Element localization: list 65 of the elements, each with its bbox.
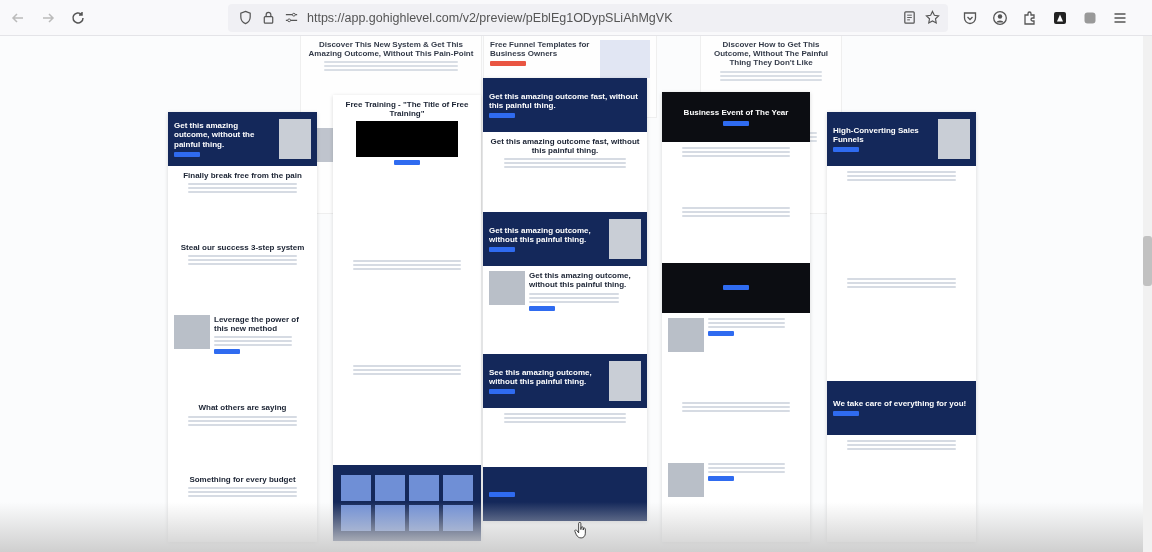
section-heading: Get this amazing outcome, without the painful thing. bbox=[174, 121, 256, 149]
button-drawing bbox=[489, 389, 515, 395]
button-drawing bbox=[723, 120, 749, 126]
photo-placeholder bbox=[489, 271, 525, 306]
button-drawing bbox=[833, 411, 859, 417]
photo-placeholder bbox=[938, 119, 970, 159]
photo-placeholder bbox=[341, 475, 371, 501]
permissions-icon[interactable] bbox=[284, 10, 299, 25]
reload-icon[interactable] bbox=[70, 9, 86, 26]
section-heading: Finally break free from the pain bbox=[183, 171, 302, 181]
section-heading: What others are saying bbox=[198, 403, 287, 413]
button-drawing bbox=[529, 305, 555, 311]
account-icon[interactable] bbox=[992, 9, 1008, 26]
section-heading: Get this amazing outcome, without this painful thing. bbox=[489, 225, 592, 245]
button-drawing bbox=[214, 348, 240, 354]
scrollbar[interactable] bbox=[1143, 36, 1152, 552]
address-bar[interactable]: https://app.gohighlevel.com/v2/preview/pEblEg1ODypSLiAhMgVK bbox=[228, 3, 948, 32]
photo-placeholder bbox=[668, 317, 704, 352]
scrollbar-thumb[interactable] bbox=[1143, 236, 1152, 286]
lock-icon[interactable] bbox=[261, 10, 276, 25]
photo-placeholder bbox=[341, 505, 371, 531]
photo-placeholder bbox=[609, 361, 641, 402]
button-drawing bbox=[489, 247, 515, 253]
photo-placeholder bbox=[409, 475, 439, 501]
button-drawing bbox=[833, 147, 859, 153]
button-drawing bbox=[708, 330, 734, 336]
section-heading: Free Funnel Templates for Business Owners bbox=[490, 40, 591, 59]
photo-placeholder bbox=[609, 219, 641, 260]
photo-placeholder bbox=[443, 505, 473, 531]
photo-placeholder bbox=[174, 314, 210, 349]
shield-icon[interactable] bbox=[238, 10, 253, 25]
section-heading: Something for every budget bbox=[189, 475, 296, 485]
section-heading: Get this amazing outcome fast, without this painful thing. bbox=[489, 91, 639, 111]
photo-placeholder bbox=[668, 462, 704, 497]
section-heading: Business Event of The Year bbox=[683, 108, 789, 118]
section-heading: Leverage the power of this new method bbox=[214, 314, 300, 333]
button-drawing bbox=[489, 113, 515, 119]
section-heading: Free Training - "The Title of Free Training" bbox=[344, 100, 470, 119]
section-heading: Get this amazing outcome fast, without this painful thing. bbox=[489, 137, 641, 156]
button-drawing bbox=[723, 285, 749, 291]
button-drawing bbox=[394, 160, 420, 166]
extension-icon[interactable] bbox=[1052, 9, 1068, 26]
button-drawing bbox=[174, 151, 200, 157]
section-heading: Steal our success 3-step system bbox=[180, 242, 305, 252]
photo-placeholder bbox=[279, 119, 311, 159]
photo-placeholder bbox=[443, 475, 473, 501]
pocket-icon[interactable] bbox=[962, 9, 978, 26]
photo-placeholder bbox=[409, 505, 439, 531]
hand-cursor-icon bbox=[574, 522, 587, 539]
section-heading: Get this amazing outcome, without this painful thing. bbox=[529, 271, 632, 290]
section-heading: We take care of everything for you! bbox=[833, 399, 968, 409]
section-heading: High-Converting Sales Funnels bbox=[833, 125, 920, 145]
button-drawing bbox=[489, 491, 515, 497]
reader-view-icon[interactable] bbox=[902, 10, 917, 25]
photo-placeholder bbox=[375, 505, 405, 531]
button-drawing bbox=[490, 61, 526, 67]
screenshot-placeholder bbox=[600, 40, 650, 78]
section-heading: Discover This New System & Get This Amazing Outcome, Without This Pain-Point bbox=[307, 40, 475, 59]
button-drawing bbox=[708, 475, 734, 481]
extensions-icon[interactable] bbox=[1022, 9, 1038, 26]
section-heading: Discover How to Get This Outcome, Without The Painful Thing They Don't Like bbox=[712, 40, 830, 68]
section-heading: See this amazing outcome, without this painful thing. bbox=[489, 368, 593, 387]
photo-placeholder bbox=[375, 475, 405, 501]
url-text[interactable]: https://app.gohighlevel.com/v2/preview/pEblEg1ODypSLiAhMgVK bbox=[307, 10, 673, 25]
bookmark-star-icon[interactable] bbox=[925, 10, 940, 25]
